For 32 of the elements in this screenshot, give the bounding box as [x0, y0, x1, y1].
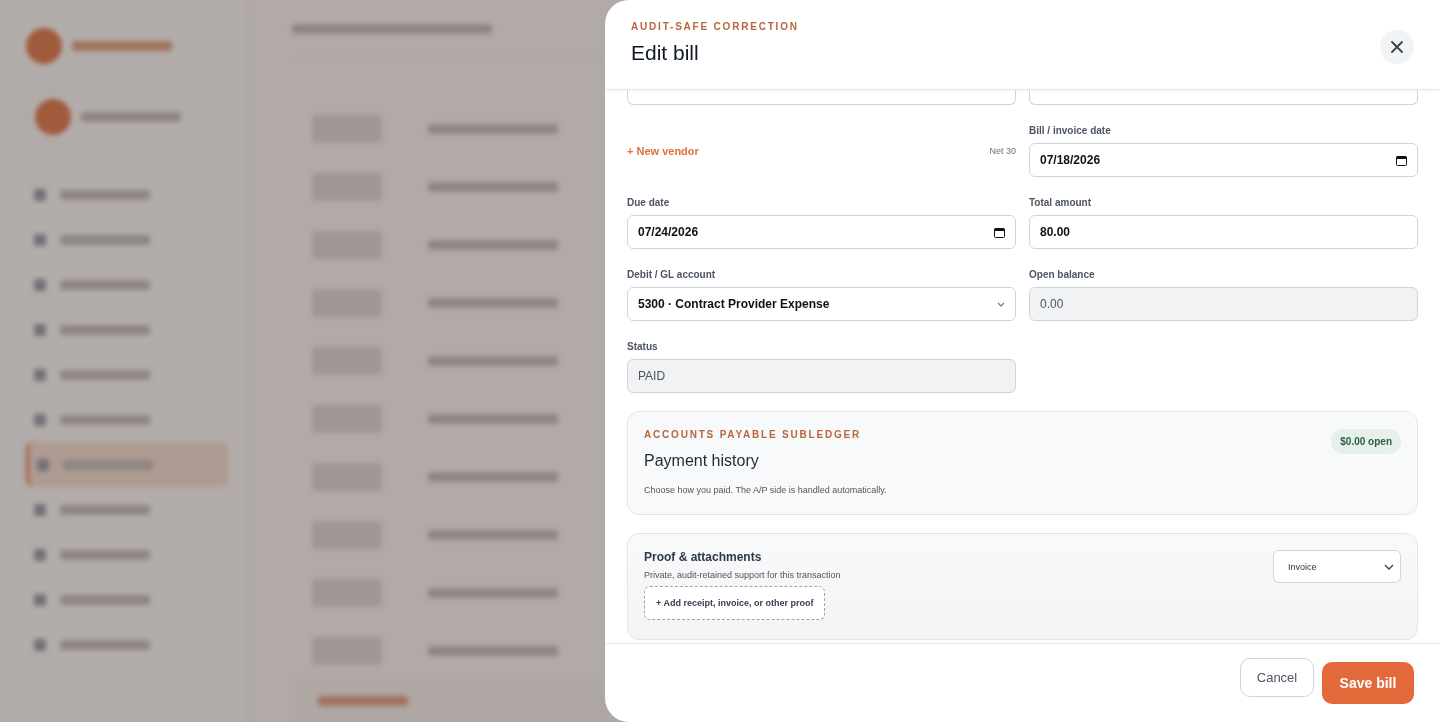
field-label: Open balance — [1029, 269, 1096, 280]
field-label: Bill / invoice date — [1029, 125, 1112, 136]
field-label: Debit / GL account — [627, 269, 717, 280]
card-note: Private, audit-retained support for this transaction — [644, 570, 841, 580]
field-label: Total amount — [1029, 197, 1093, 208]
select-field[interactable] — [1029, 90, 1418, 105]
balance-badge: $0.00 open — [1331, 429, 1401, 454]
close-button[interactable] — [1380, 30, 1414, 64]
input-field[interactable]: 80.00 — [1029, 215, 1418, 249]
type-select[interactable]: Invoice — [1273, 550, 1401, 583]
calendar-icon[interactable] — [1396, 154, 1407, 166]
date-field[interactable]: 07/24/2026 — [627, 215, 1016, 249]
add-proof-button[interactable]: + Add receipt, invoice, or other proof — [644, 586, 826, 620]
input-field: PAID — [627, 359, 1016, 393]
cancel-button[interactable]: Cancel — [1240, 657, 1314, 697]
close-icon — [1390, 40, 1404, 54]
chevron-down-icon — [1384, 563, 1394, 570]
card-title: Payment history — [644, 452, 760, 470]
input-field[interactable] — [627, 90, 1016, 105]
chevron-down-icon — [997, 301, 1005, 307]
payment-terms: Net 30 — [989, 146, 1016, 156]
card-eyebrow: ACCOUNTS PAYABLE SUBLEDGER — [644, 429, 861, 440]
card-title: Proof & attachments — [644, 550, 763, 564]
calendar-icon[interactable] — [994, 226, 1005, 238]
field-label: Status — [627, 341, 659, 352]
dialog-eyebrow: AUDIT-SAFE CORRECTION — [631, 21, 799, 32]
select-field[interactable]: 5300 · Contract Provider Expense — [627, 287, 1016, 321]
input-field: 0.00 — [1029, 287, 1418, 321]
card-note: Choose how you paid. The A/P side is handled automatically. — [644, 485, 888, 495]
dialog-title: Edit bill — [631, 41, 700, 65]
date-field[interactable]: 07/18/2026 — [1029, 143, 1418, 177]
field-label: Due date — [627, 197, 671, 208]
